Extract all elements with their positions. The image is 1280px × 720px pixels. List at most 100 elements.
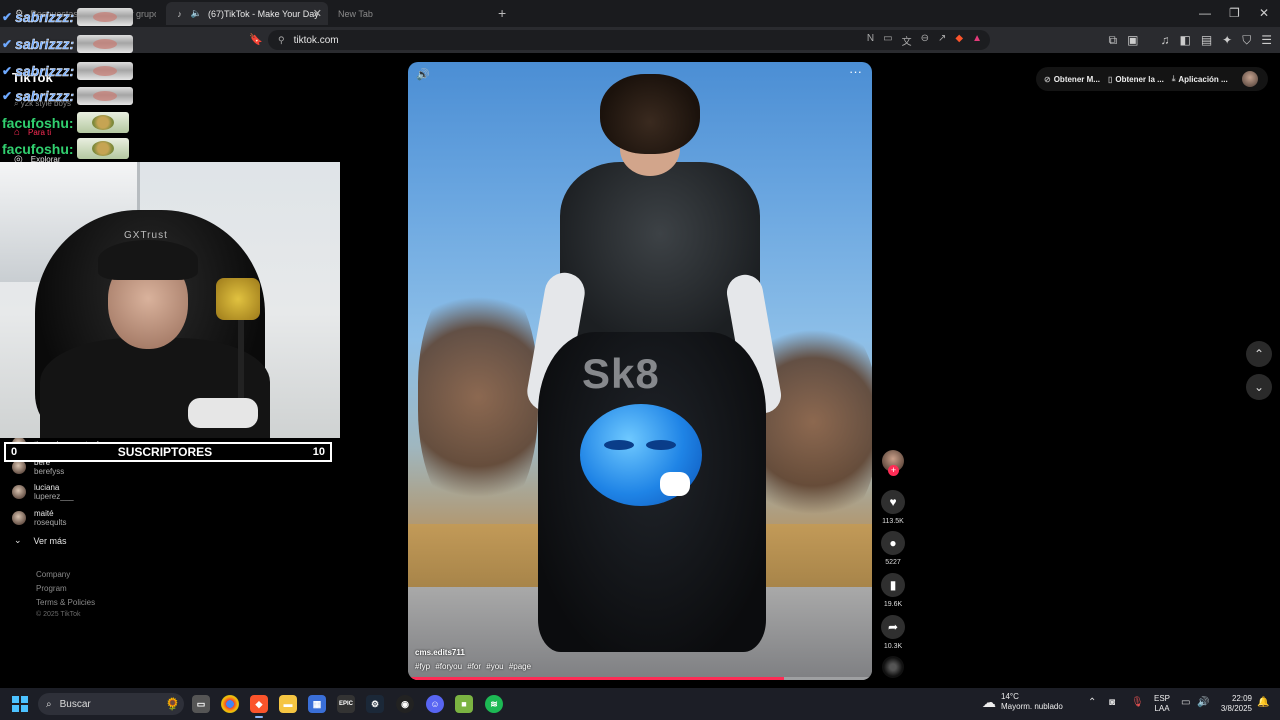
tab-search-icon[interactable]: ▣	[1127, 33, 1138, 48]
video-overlay-text: Sk8	[582, 350, 660, 397]
share-button[interactable]: ➦	[881, 615, 905, 639]
see-more-button[interactable]: ⌄ Ver más	[14, 535, 67, 546]
zoom-icon[interactable]: ⊖	[921, 33, 929, 48]
media-icon[interactable]: ♫	[1160, 33, 1169, 48]
speaker-icon[interactable]: 🔈	[191, 8, 202, 19]
chat-username: sabrizzz:	[15, 8, 75, 25]
brave-shields-icon[interactable]: ◆	[955, 33, 963, 48]
following-name: luciana	[34, 483, 60, 492]
translate-icon[interactable]: 文	[902, 33, 912, 48]
microphone-icon[interactable]: 🎙	[1131, 697, 1144, 708]
tab-tiktok[interactable]: ♪ 🔈 (67)TikTok - Make Your Day ✕	[166, 2, 328, 25]
search-icon: ⌕	[46, 698, 52, 710]
chat-message: ✔ sabrizzz:	[2, 6, 134, 27]
get-coins-button[interactable]: ⊘ Obtener M...	[1044, 75, 1100, 84]
subs-current: 0	[11, 446, 18, 458]
share-icon[interactable]: ↗	[938, 33, 946, 48]
volume-icon[interactable]: 🔊	[1197, 697, 1209, 708]
task-view-icon[interactable]: ▭	[192, 695, 210, 713]
discord-icon[interactable]: ☺	[426, 695, 444, 713]
footer-link-terms[interactable]: Terms & Policies	[36, 598, 95, 607]
avatar	[12, 511, 26, 525]
menu-icon[interactable]: ☰	[1261, 33, 1272, 48]
profile-avatar[interactable]	[1241, 71, 1258, 87]
tab-title: New Tab	[338, 8, 373, 19]
windows-taskbar: ⌕ Buscar 🌻 ▭ ◆ ▬ ▦ EPIC ⚙ ◉ ☺ ■ ≋ ☁ 14°C…	[0, 688, 1280, 720]
chat-username: facufoshu:	[2, 140, 74, 157]
brave-rewards-icon[interactable]: ▲	[972, 33, 982, 48]
url-text[interactable]: tiktok.com	[294, 35, 339, 46]
like-button[interactable]: ♥	[881, 490, 905, 514]
minimize-icon[interactable]: —	[1199, 6, 1211, 20]
clock[interactable]: 22:09 3/8/2025	[1216, 694, 1252, 714]
network-icon[interactable]: ▭	[1181, 697, 1190, 708]
get-app-button[interactable]: ▯ Obtener la ...	[1108, 75, 1164, 84]
sidebar-icon[interactable]: ◧	[1179, 33, 1190, 48]
file-explorer-icon[interactable]: ▬	[279, 695, 297, 713]
store-icon[interactable]: ▦	[308, 695, 326, 713]
follow-plus-icon[interactable]: +	[888, 465, 899, 476]
discord-tray-icon[interactable]: ◙	[1109, 697, 1115, 708]
pill-label: Obtener la ...	[1115, 74, 1164, 84]
video-author[interactable]: cms.edits711	[415, 648, 465, 657]
footer-link-program[interactable]: Program	[36, 584, 67, 593]
bookmark-icon: ▮	[889, 578, 897, 592]
close-tab-icon[interactable]: ✕	[313, 7, 322, 20]
top-actions-bar: ⊘ Obtener M... ▯ Obtener la ... ⤓ Aplica…	[1036, 67, 1268, 91]
epic-games-icon[interactable]: EPIC	[337, 695, 355, 713]
wallet-icon[interactable]: ▤	[1201, 33, 1212, 48]
chrome-icon[interactable]	[221, 695, 239, 713]
weather-desc: Mayorm. nublado	[1001, 702, 1063, 711]
video-hashtags[interactable]: #fyp #foryou #for #you #page	[415, 662, 531, 671]
next-video-button[interactable]: ⌄	[1246, 374, 1272, 400]
volume-icon[interactable]: 🔊	[416, 68, 430, 81]
pill-label: Obtener M...	[1053, 74, 1100, 84]
tab-new[interactable]: New Tab	[330, 2, 490, 25]
previous-video-button[interactable]: ⌃	[1246, 341, 1272, 367]
vpn-icon[interactable]: ⛉	[1242, 33, 1251, 48]
chat-username: facufoshu:	[2, 114, 74, 131]
video-player[interactable]: Sk8 🔊 ··· cms.edits711 #fyp #foryou #for…	[408, 62, 872, 680]
notification-icon[interactable]: 🔔	[1257, 697, 1269, 708]
video-progress-bar[interactable]	[408, 677, 872, 680]
chevron-down-icon: ⌄	[14, 535, 22, 545]
chevron-up-icon[interactable]: ⌃	[1088, 697, 1096, 708]
save-button[interactable]: ▮	[881, 573, 905, 597]
windows-start-icon[interactable]	[12, 696, 28, 712]
verified-icon: ✔	[2, 36, 13, 51]
obs-icon[interactable]: ◉	[396, 695, 414, 713]
save-count: 19.6K	[883, 601, 903, 608]
restore-icon[interactable]: ❐	[1229, 6, 1240, 20]
site-settings-icon[interactable]: ⚲	[278, 35, 285, 46]
new-tab-icon[interactable]: +	[498, 5, 506, 21]
extensions-icon[interactable]: ⧉	[1109, 33, 1118, 48]
leo-ai-icon[interactable]: ✦	[1222, 33, 1232, 48]
following-item[interactable]: maité roseqults	[12, 509, 66, 527]
verified-icon: ✔	[2, 63, 13, 78]
cast-icon[interactable]: ▭	[883, 33, 892, 48]
creator-avatar[interactable]: +	[882, 450, 904, 476]
minecraft-icon[interactable]: ■	[455, 695, 473, 713]
more-options-icon[interactable]: ···	[849, 64, 862, 79]
taskbar-search[interactable]: ⌕ Buscar 🌻	[38, 693, 184, 715]
desktop-app-button[interactable]: ⤓ Aplicación ...	[1172, 74, 1228, 84]
footer-link-company[interactable]: Company	[36, 570, 70, 579]
streamer-beanie	[98, 240, 198, 280]
chat-username: sabrizzz:	[15, 35, 75, 52]
bookmark-icon[interactable]: 🔖	[249, 33, 263, 46]
spotify-icon[interactable]: ≋	[485, 695, 503, 713]
close-window-icon[interactable]: ✕	[1259, 6, 1269, 20]
relieved-emoji	[580, 404, 702, 506]
language-indicator[interactable]: ESP LAA	[1154, 694, 1170, 714]
following-item[interactable]: luciana luperez___	[12, 483, 74, 501]
steam-icon[interactable]: ⚙	[366, 695, 384, 713]
address-bar[interactable]: ⚲ tiktok.com N ▭ 文 ⊖ ↗ ◆ ▲	[268, 30, 990, 50]
music-disc[interactable]	[882, 656, 904, 678]
following-name: maité	[34, 509, 54, 518]
weather-widget[interactable]: ☁ 14°C Mayorm. nublado	[982, 692, 1063, 712]
emoji-finger	[660, 472, 690, 496]
comment-button[interactable]: ●	[881, 531, 905, 555]
pill-label: Aplicación ...	[1178, 74, 1228, 84]
brave-icon[interactable]: ◆	[250, 695, 268, 718]
reader-icon[interactable]: N	[867, 33, 874, 48]
